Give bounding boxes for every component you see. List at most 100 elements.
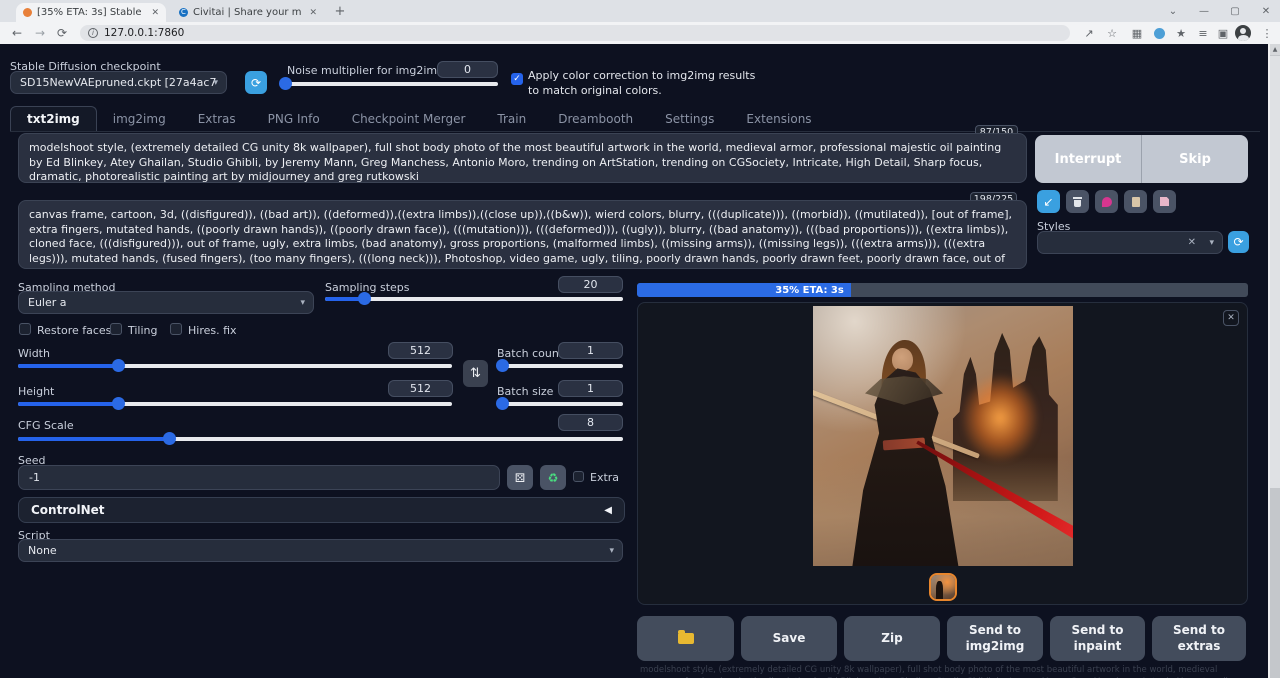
clear-styles-icon[interactable]: ✕ [1188,237,1196,248]
script-dropdown[interactable]: None ▾ [18,539,623,562]
noise-multiplier-slider[interactable] [281,77,498,91]
prompt-textarea[interactable]: modelshoot style, (extremely detailed CG… [18,133,1027,183]
paste-generation-params-button[interactable]: ↙ [1037,190,1060,213]
color-correction-checkbox[interactable]: ✓ [511,73,523,85]
sampler-dropdown[interactable]: Euler a ▾ [18,291,314,314]
send-to-inpaint-button[interactable]: Send to inpaint [1050,616,1145,661]
seed-input[interactable]: -1 [18,465,500,490]
sampling-steps-slider[interactable] [325,292,623,306]
cfg-scale-slider[interactable] [18,432,623,446]
tab-train[interactable]: Train [481,107,542,131]
send-to-img2img-button[interactable]: Send to img2img [947,616,1043,661]
batch-size-slider[interactable] [497,397,623,411]
tab-checkpoint-merger[interactable]: Checkpoint Merger [336,107,482,131]
new-tab-button[interactable]: + [330,0,350,22]
slider-knob[interactable] [112,397,125,410]
skip-button[interactable]: Skip [1142,135,1248,183]
url-bar[interactable]: i 127.0.0.1:7860 [80,25,1070,41]
browser-tab-civitai[interactable]: C Civitai | Share your models ✕ [172,3,324,22]
tab-img2img[interactable]: img2img [97,107,182,131]
height-value[interactable]: 512 [388,380,453,397]
tab-png-info[interactable]: PNG Info [252,107,336,131]
height-slider[interactable] [18,397,452,411]
back-icon[interactable]: ← [8,24,26,42]
checkpoint-refresh-button[interactable]: ⟳ [245,71,267,94]
styles-refresh-button[interactable]: ⟳ [1228,231,1249,253]
slider-knob[interactable] [358,292,371,305]
clear-prompt-button[interactable] [1066,190,1089,213]
window-chevron-icon[interactable]: ⌄ [1160,0,1186,22]
extension-blue-icon[interactable] [1150,24,1168,42]
save-style-button[interactable] [1153,190,1176,213]
extra-networks-button[interactable] [1095,190,1118,213]
tiling-checkbox[interactable] [110,323,122,335]
slider-knob[interactable] [496,397,509,410]
bookmark-star-icon[interactable]: ☆ [1103,24,1121,42]
window-minimize-button[interactable]: — [1191,0,1217,22]
sampling-steps-value[interactable]: 20 [558,276,623,293]
slider-knob[interactable] [496,359,509,372]
slider-knob[interactable] [112,359,125,372]
window-restore-button[interactable]: ▢ [1222,0,1248,22]
side-panel-icon[interactable]: ▣ [1214,24,1232,42]
thumbnail-image [931,575,955,599]
noise-multiplier-value[interactable]: 0 [437,61,498,78]
hires-fix-checkbox[interactable] [170,323,182,335]
forward-icon[interactable]: → [31,24,49,42]
extra-seed-checkbox[interactable] [573,471,584,482]
slider-knob[interactable] [163,432,176,445]
tab-txt2img[interactable]: txt2img [10,106,97,131]
interrupt-button[interactable]: Interrupt [1035,135,1142,183]
cfg-scale-value[interactable]: 8 [558,414,623,431]
reuse-seed-button[interactable]: ♻ [540,465,566,490]
controlnet-accordion[interactable]: ControlNet ◀ [18,497,625,523]
share-icon[interactable]: ↗ [1080,24,1098,42]
styles-dropdown[interactable]: ✕ ▾ [1037,231,1223,254]
extensions-puzzle-icon[interactable]: ★ [1172,24,1190,42]
gallery-thumbnail-selected[interactable] [929,573,957,601]
window-close-button[interactable]: ✕ [1253,0,1279,22]
send-to-extras-button[interactable]: Send to extras [1152,616,1246,661]
tab-extensions[interactable]: Extensions [730,107,827,131]
width-slider[interactable] [18,359,452,373]
cfg-scale-label: CFG Scale [18,419,74,432]
dice-icon: ⚄ [515,471,525,485]
reload-icon[interactable]: ⟳ [53,24,71,42]
swap-dimensions-button[interactable]: ⇅ [463,360,488,387]
zip-button[interactable]: Zip [844,616,940,661]
batch-count-value[interactable]: 1 [558,342,623,359]
checkpoint-value: SD15NewVAEpruned.ckpt [27a4ac756c] [20,76,217,89]
stable-diffusion-webui: Stable Diffusion checkpoint SD15NewVAEpr… [0,44,1280,678]
tiling-label: Tiling [128,324,158,337]
checkpoint-dropdown[interactable]: SD15NewVAEpruned.ckpt [27a4ac756c] ▾ [10,71,227,94]
reading-list-icon[interactable]: ≡ [1194,24,1212,42]
slider-knob[interactable] [279,77,292,90]
tab-close-icon[interactable]: ✕ [309,8,317,18]
restore-faces-checkbox[interactable] [19,323,31,335]
width-value[interactable]: 512 [388,342,453,359]
slider-fill [18,364,118,368]
save-button[interactable]: Save [741,616,837,661]
batch-count-slider[interactable] [497,359,623,373]
tab-dreambooth[interactable]: Dreambooth [542,107,649,131]
tab-settings[interactable]: Settings [649,107,730,131]
extension-grid-icon[interactable]: ▦ [1128,24,1146,42]
profile-avatar[interactable] [1234,24,1252,42]
generated-image[interactable] [813,306,1073,566]
apply-styles-button[interactable] [1124,190,1147,213]
slider-track [281,82,498,86]
random-seed-button[interactable]: ⚄ [507,465,533,490]
browser-tab-stable-diffusion[interactable]: [35% ETA: 3s] Stable Diffusion ✕ [16,3,166,22]
tab-extras[interactable]: Extras [182,107,252,131]
scrollbar-thumb[interactable] [1270,56,1280,488]
tab-close-icon[interactable]: ✕ [151,8,159,18]
open-folder-button[interactable] [637,616,734,661]
browser-menu-icon[interactable]: ⋮ [1258,24,1276,42]
site-info-icon[interactable]: i [88,28,98,38]
batch-size-value[interactable]: 1 [558,380,623,397]
scrollbar-up-arrow[interactable]: ▲ [1270,44,1280,55]
recycle-icon: ♻ [548,471,559,485]
page-scrollbar[interactable]: ▲ [1268,44,1280,678]
gallery-close-button[interactable]: ✕ [1223,310,1239,326]
negative-prompt-textarea[interactable]: canvas frame, cartoon, 3d, ((disfigured)… [18,200,1027,269]
